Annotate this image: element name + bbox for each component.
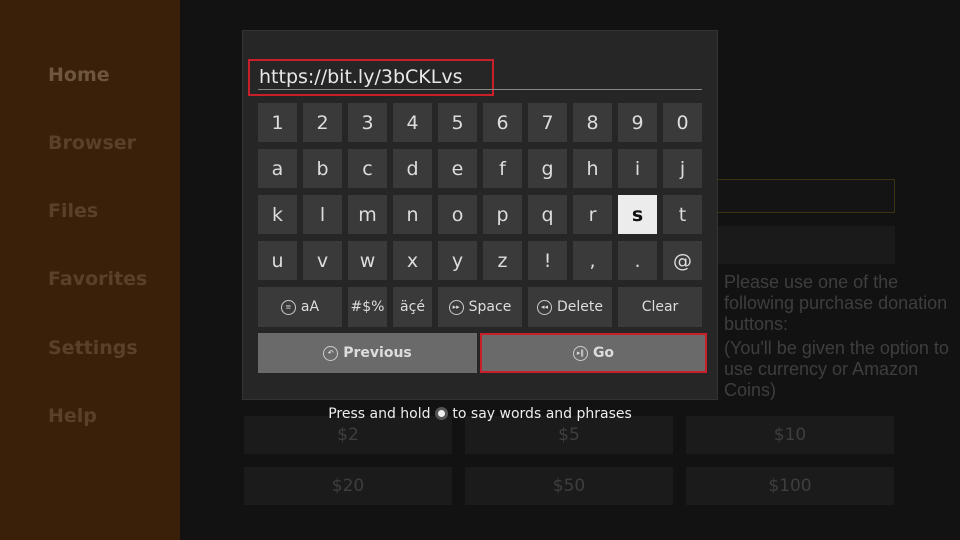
key-9[interactable]: 9 — [618, 103, 657, 142]
delete-button[interactable]: ◂◂ Delete — [528, 287, 612, 327]
space-button[interactable]: ▸▸ Space — [438, 287, 522, 327]
key-symbol[interactable]: @ — [663, 241, 702, 280]
key-n[interactable]: n — [393, 195, 432, 234]
key-3[interactable]: 3 — [348, 103, 387, 142]
key-c[interactable]: c — [348, 149, 387, 188]
url-input[interactable]: https://bit.ly/3bCKLvs — [248, 59, 494, 96]
key-s[interactable]: s — [618, 195, 657, 234]
case-toggle-button[interactable]: ≡ aA — [258, 287, 342, 327]
key-g[interactable]: g — [528, 149, 567, 188]
donate-50-button[interactable]: $50 — [465, 467, 673, 505]
key-a[interactable]: a — [258, 149, 297, 188]
sidebar-item-favorites[interactable]: Favorites — [48, 268, 147, 290]
back-icon: ↶ — [323, 345, 339, 361]
sidebar: Home Browser Files Favorites Settings He… — [0, 0, 180, 540]
space-label: Space — [468, 299, 512, 315]
previous-label: Previous — [343, 345, 412, 361]
key-b[interactable]: b — [303, 149, 342, 188]
hint-after: to say words and phrases — [452, 406, 632, 422]
previous-button[interactable]: ↶ Previous — [258, 333, 477, 373]
key-u[interactable]: u — [258, 241, 297, 280]
key-p[interactable]: p — [483, 195, 522, 234]
menu-icon: ≡ — [280, 299, 296, 315]
sidebar-item-home[interactable]: Home — [48, 64, 110, 86]
input-underline — [258, 89, 702, 90]
key-q[interactable]: q — [528, 195, 567, 234]
key-d[interactable]: d — [393, 149, 432, 188]
case-label: aA — [300, 299, 320, 315]
key-t[interactable]: t — [663, 195, 702, 234]
clear-button[interactable]: Clear — [618, 287, 702, 327]
sidebar-item-browser[interactable]: Browser — [48, 132, 136, 154]
fast-forward-icon: ▸▸ — [448, 299, 464, 315]
key-e[interactable]: e — [438, 149, 477, 188]
donate-20-button[interactable]: $20 — [244, 467, 452, 505]
key-v[interactable]: v — [303, 241, 342, 280]
donate-100-button[interactable]: $100 — [686, 467, 894, 505]
key-2[interactable]: 2 — [303, 103, 342, 142]
sidebar-item-settings[interactable]: Settings — [48, 337, 138, 359]
key-symbol[interactable]: ! — [528, 241, 567, 280]
key-h[interactable]: h — [573, 149, 612, 188]
delete-label: Delete — [557, 299, 603, 315]
key-5[interactable]: 5 — [438, 103, 477, 142]
key-symbol[interactable]: , — [573, 241, 612, 280]
key-i[interactable]: i — [618, 149, 657, 188]
go-button[interactable]: ▸‖ Go — [480, 333, 707, 373]
key-k[interactable]: k — [258, 195, 297, 234]
rewind-icon: ◂◂ — [537, 299, 552, 315]
key-j[interactable]: j — [663, 149, 702, 188]
donation-note: (You'll be given the option to use curre… — [724, 338, 949, 400]
key-0[interactable]: 0 — [663, 103, 702, 142]
key-x[interactable]: x — [393, 241, 432, 280]
key-r[interactable]: r — [573, 195, 612, 234]
symbols-button[interactable]: #$% — [348, 287, 387, 327]
key-7[interactable]: 7 — [528, 103, 567, 142]
key-symbol[interactable]: . — [618, 241, 657, 280]
key-o[interactable]: o — [438, 195, 477, 234]
key-6[interactable]: 6 — [483, 103, 522, 142]
key-m[interactable]: m — [348, 195, 387, 234]
key-f[interactable]: f — [483, 149, 522, 188]
accents-button[interactable]: äçé — [393, 287, 432, 327]
key-z[interactable]: z — [483, 241, 522, 280]
go-label: Go — [592, 345, 615, 361]
key-l[interactable]: l — [303, 195, 342, 234]
play-pause-icon: ▸‖ — [572, 345, 588, 361]
key-y[interactable]: y — [438, 241, 477, 280]
key-8[interactable]: 8 — [573, 103, 612, 142]
key-1[interactable]: 1 — [258, 103, 297, 142]
key-w[interactable]: w — [348, 241, 387, 280]
key-4[interactable]: 4 — [393, 103, 432, 142]
voice-hint: Press and hold to say words and phrases — [0, 406, 960, 422]
microphone-button-icon — [434, 407, 448, 420]
donation-text: Please use one of the following purchase… — [724, 272, 948, 334]
hint-before: Press and hold — [328, 406, 431, 422]
sidebar-item-files[interactable]: Files — [48, 200, 98, 222]
